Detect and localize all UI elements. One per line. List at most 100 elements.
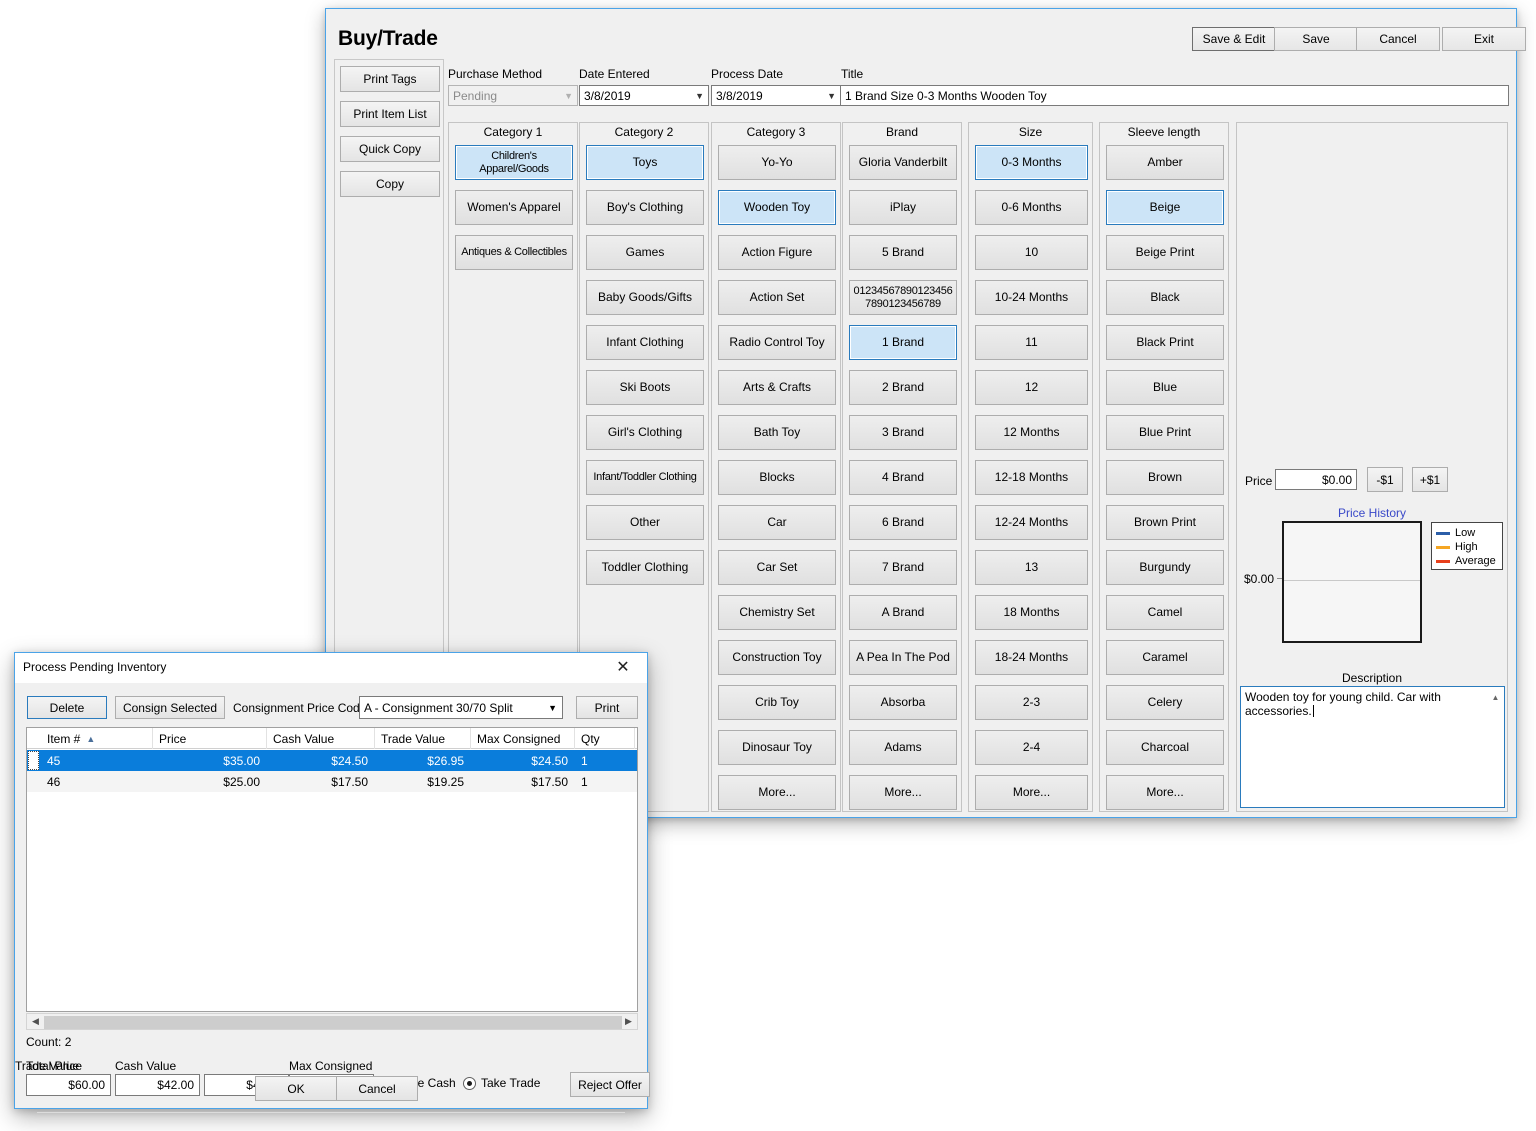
option-button[interactable]: Blue Print [1106, 415, 1224, 450]
option-button[interactable]: 12-24 Months [975, 505, 1088, 540]
option-button[interactable]: 18 Months [975, 595, 1088, 630]
option-button[interactable]: Action Set [718, 280, 836, 315]
scrollbar-thumb[interactable] [44, 1016, 622, 1029]
option-button[interactable]: Crib Toy [718, 685, 836, 720]
option-button[interactable]: Toddler Clothing [586, 550, 704, 585]
option-button[interactable]: Brown [1106, 460, 1224, 495]
option-button[interactable]: 4 Brand [849, 460, 957, 495]
option-button[interactable]: Ski Boots [586, 370, 704, 405]
option-button[interactable]: Games [586, 235, 704, 270]
column-header-cash-value[interactable]: Cash Value [267, 728, 375, 749]
option-button[interactable]: 13 [975, 550, 1088, 585]
option-button[interactable]: Infant Clothing [586, 325, 704, 360]
option-button[interactable]: 5 Brand [849, 235, 957, 270]
option-button[interactable]: Other [586, 505, 704, 540]
option-button[interactable]: Antiques & Collectibles [455, 235, 573, 270]
option-button[interactable]: Infant/Toddler Clothing [586, 460, 704, 495]
option-button[interactable]: 12-18 Months [975, 460, 1088, 495]
option-button[interactable]: Absorba [849, 685, 957, 720]
column-header-trade-value[interactable]: Trade Value [375, 728, 471, 749]
save-and-edit-button[interactable]: Save & Edit [1192, 27, 1276, 51]
reject-offer-button[interactable]: Reject Offer [570, 1072, 650, 1097]
consignment-price-code-select[interactable]: A - Consignment 30/70 Split ▼ [359, 696, 563, 719]
price-decrement-button[interactable]: -$1 [1367, 467, 1403, 492]
option-button[interactable]: Boy's Clothing [586, 190, 704, 225]
option-button[interactable]: More... [849, 775, 957, 810]
exit-button[interactable]: Exit [1442, 27, 1526, 51]
column-header-max-consigned[interactable]: Max Consigned [471, 728, 575, 749]
option-button[interactable]: Action Figure [718, 235, 836, 270]
chevron-up-icon[interactable]: ▲ [1488, 690, 1503, 704]
option-button[interactable]: A Brand [849, 595, 957, 630]
pending-inventory-table[interactable]: Item #▲PriceCash ValueTrade ValueMax Con… [26, 727, 638, 1012]
purchase-method-select[interactable]: Pending ▼ [448, 85, 578, 106]
table-row[interactable]: 46$25.00$17.50$19.25$17.501 [27, 771, 637, 792]
option-button[interactable]: Chemistry Set [718, 595, 836, 630]
option-button[interactable]: 0-6 Months [975, 190, 1088, 225]
delete-button[interactable]: Delete [27, 696, 107, 719]
description-scrollbar[interactable]: ▲ [1488, 688, 1503, 806]
option-button[interactable]: Blocks [718, 460, 836, 495]
option-button[interactable]: Blue [1106, 370, 1224, 405]
option-button[interactable]: Black [1106, 280, 1224, 315]
column-header-item-[interactable]: Item #▲ [41, 728, 153, 749]
column-header-qty[interactable]: Qty [575, 728, 635, 749]
option-button[interactable]: Beige [1106, 190, 1224, 225]
scroll-left-icon[interactable]: ◀ [27, 1014, 44, 1029]
option-button[interactable]: iPlay [849, 190, 957, 225]
option-button[interactable]: Beige Print [1106, 235, 1224, 270]
option-button[interactable]: Children's Apparel/Goods [455, 145, 573, 180]
dialog-cancel-button[interactable]: Cancel [336, 1076, 418, 1101]
option-button[interactable]: 18-24 Months [975, 640, 1088, 675]
column-header-price[interactable]: Price [153, 728, 267, 749]
option-button[interactable]: Charcoal [1106, 730, 1224, 765]
option-button[interactable]: Amber [1106, 145, 1224, 180]
close-icon[interactable]: ✕ [603, 653, 643, 681]
consign-selected-button[interactable]: Consign Selected [115, 696, 225, 719]
option-button[interactable]: Girl's Clothing [586, 415, 704, 450]
option-button[interactable]: 2-3 [975, 685, 1088, 720]
print-item-list-button[interactable]: Print Item List [340, 101, 440, 127]
option-button[interactable]: 6 Brand [849, 505, 957, 540]
ok-button[interactable]: OK [255, 1076, 337, 1101]
option-button[interactable]: More... [1106, 775, 1224, 810]
cash-value-field[interactable]: $42.00 [115, 1074, 200, 1096]
copy-button[interactable]: Copy [340, 171, 440, 197]
option-button[interactable]: 0-3 Months [975, 145, 1088, 180]
table-row[interactable]: 45$35.00$24.50$26.95$24.501 [27, 750, 637, 771]
cancel-button[interactable]: Cancel [1356, 27, 1440, 51]
price-increment-button[interactable]: +$1 [1412, 467, 1448, 492]
option-button[interactable]: Adams [849, 730, 957, 765]
option-button[interactable]: 2-4 [975, 730, 1088, 765]
print-button[interactable]: Print [576, 696, 638, 719]
option-button[interactable]: 11 [975, 325, 1088, 360]
option-button[interactable]: Gloria Vanderbilt [849, 145, 957, 180]
option-button[interactable]: 2 Brand [849, 370, 957, 405]
option-button[interactable]: Toys [586, 145, 704, 180]
option-button[interactable]: A Pea In The Pod [849, 640, 957, 675]
option-button[interactable]: 10-24 Months [975, 280, 1088, 315]
option-button[interactable]: Baby Goods/Gifts [586, 280, 704, 315]
option-button[interactable]: Brown Print [1106, 505, 1224, 540]
total-price-field[interactable]: $60.00 [26, 1074, 111, 1096]
print-tags-button[interactable]: Print Tags [340, 66, 440, 92]
option-button[interactable]: 012345678901234567890123456789 [849, 280, 957, 315]
option-button[interactable]: More... [718, 775, 836, 810]
description-textarea[interactable]: Wooden toy for young child. Car with acc… [1240, 686, 1505, 808]
take-trade-radio[interactable]: Take Trade [463, 1076, 540, 1090]
option-button[interactable]: Caramel [1106, 640, 1224, 675]
scroll-right-icon[interactable]: ▶ [620, 1014, 637, 1029]
price-input[interactable]: $0.00 [1275, 469, 1357, 490]
process-date-select[interactable]: 3/8/2019 ▼ [711, 85, 841, 106]
option-button[interactable]: Yo-Yo [718, 145, 836, 180]
date-entered-select[interactable]: 3/8/2019 ▼ [579, 85, 709, 106]
option-button[interactable]: More... [975, 775, 1088, 810]
option-button[interactable]: 10 [975, 235, 1088, 270]
option-button[interactable]: Wooden Toy [718, 190, 836, 225]
option-button[interactable]: Burgundy [1106, 550, 1224, 585]
option-button[interactable]: Radio Control Toy [718, 325, 836, 360]
title-input[interactable]: 1 Brand Size 0-3 Months Wooden Toy [840, 85, 1509, 106]
option-button[interactable]: Arts & Crafts [718, 370, 836, 405]
option-button[interactable]: 1 Brand [849, 325, 957, 360]
option-button[interactable]: Dinosaur Toy [718, 730, 836, 765]
